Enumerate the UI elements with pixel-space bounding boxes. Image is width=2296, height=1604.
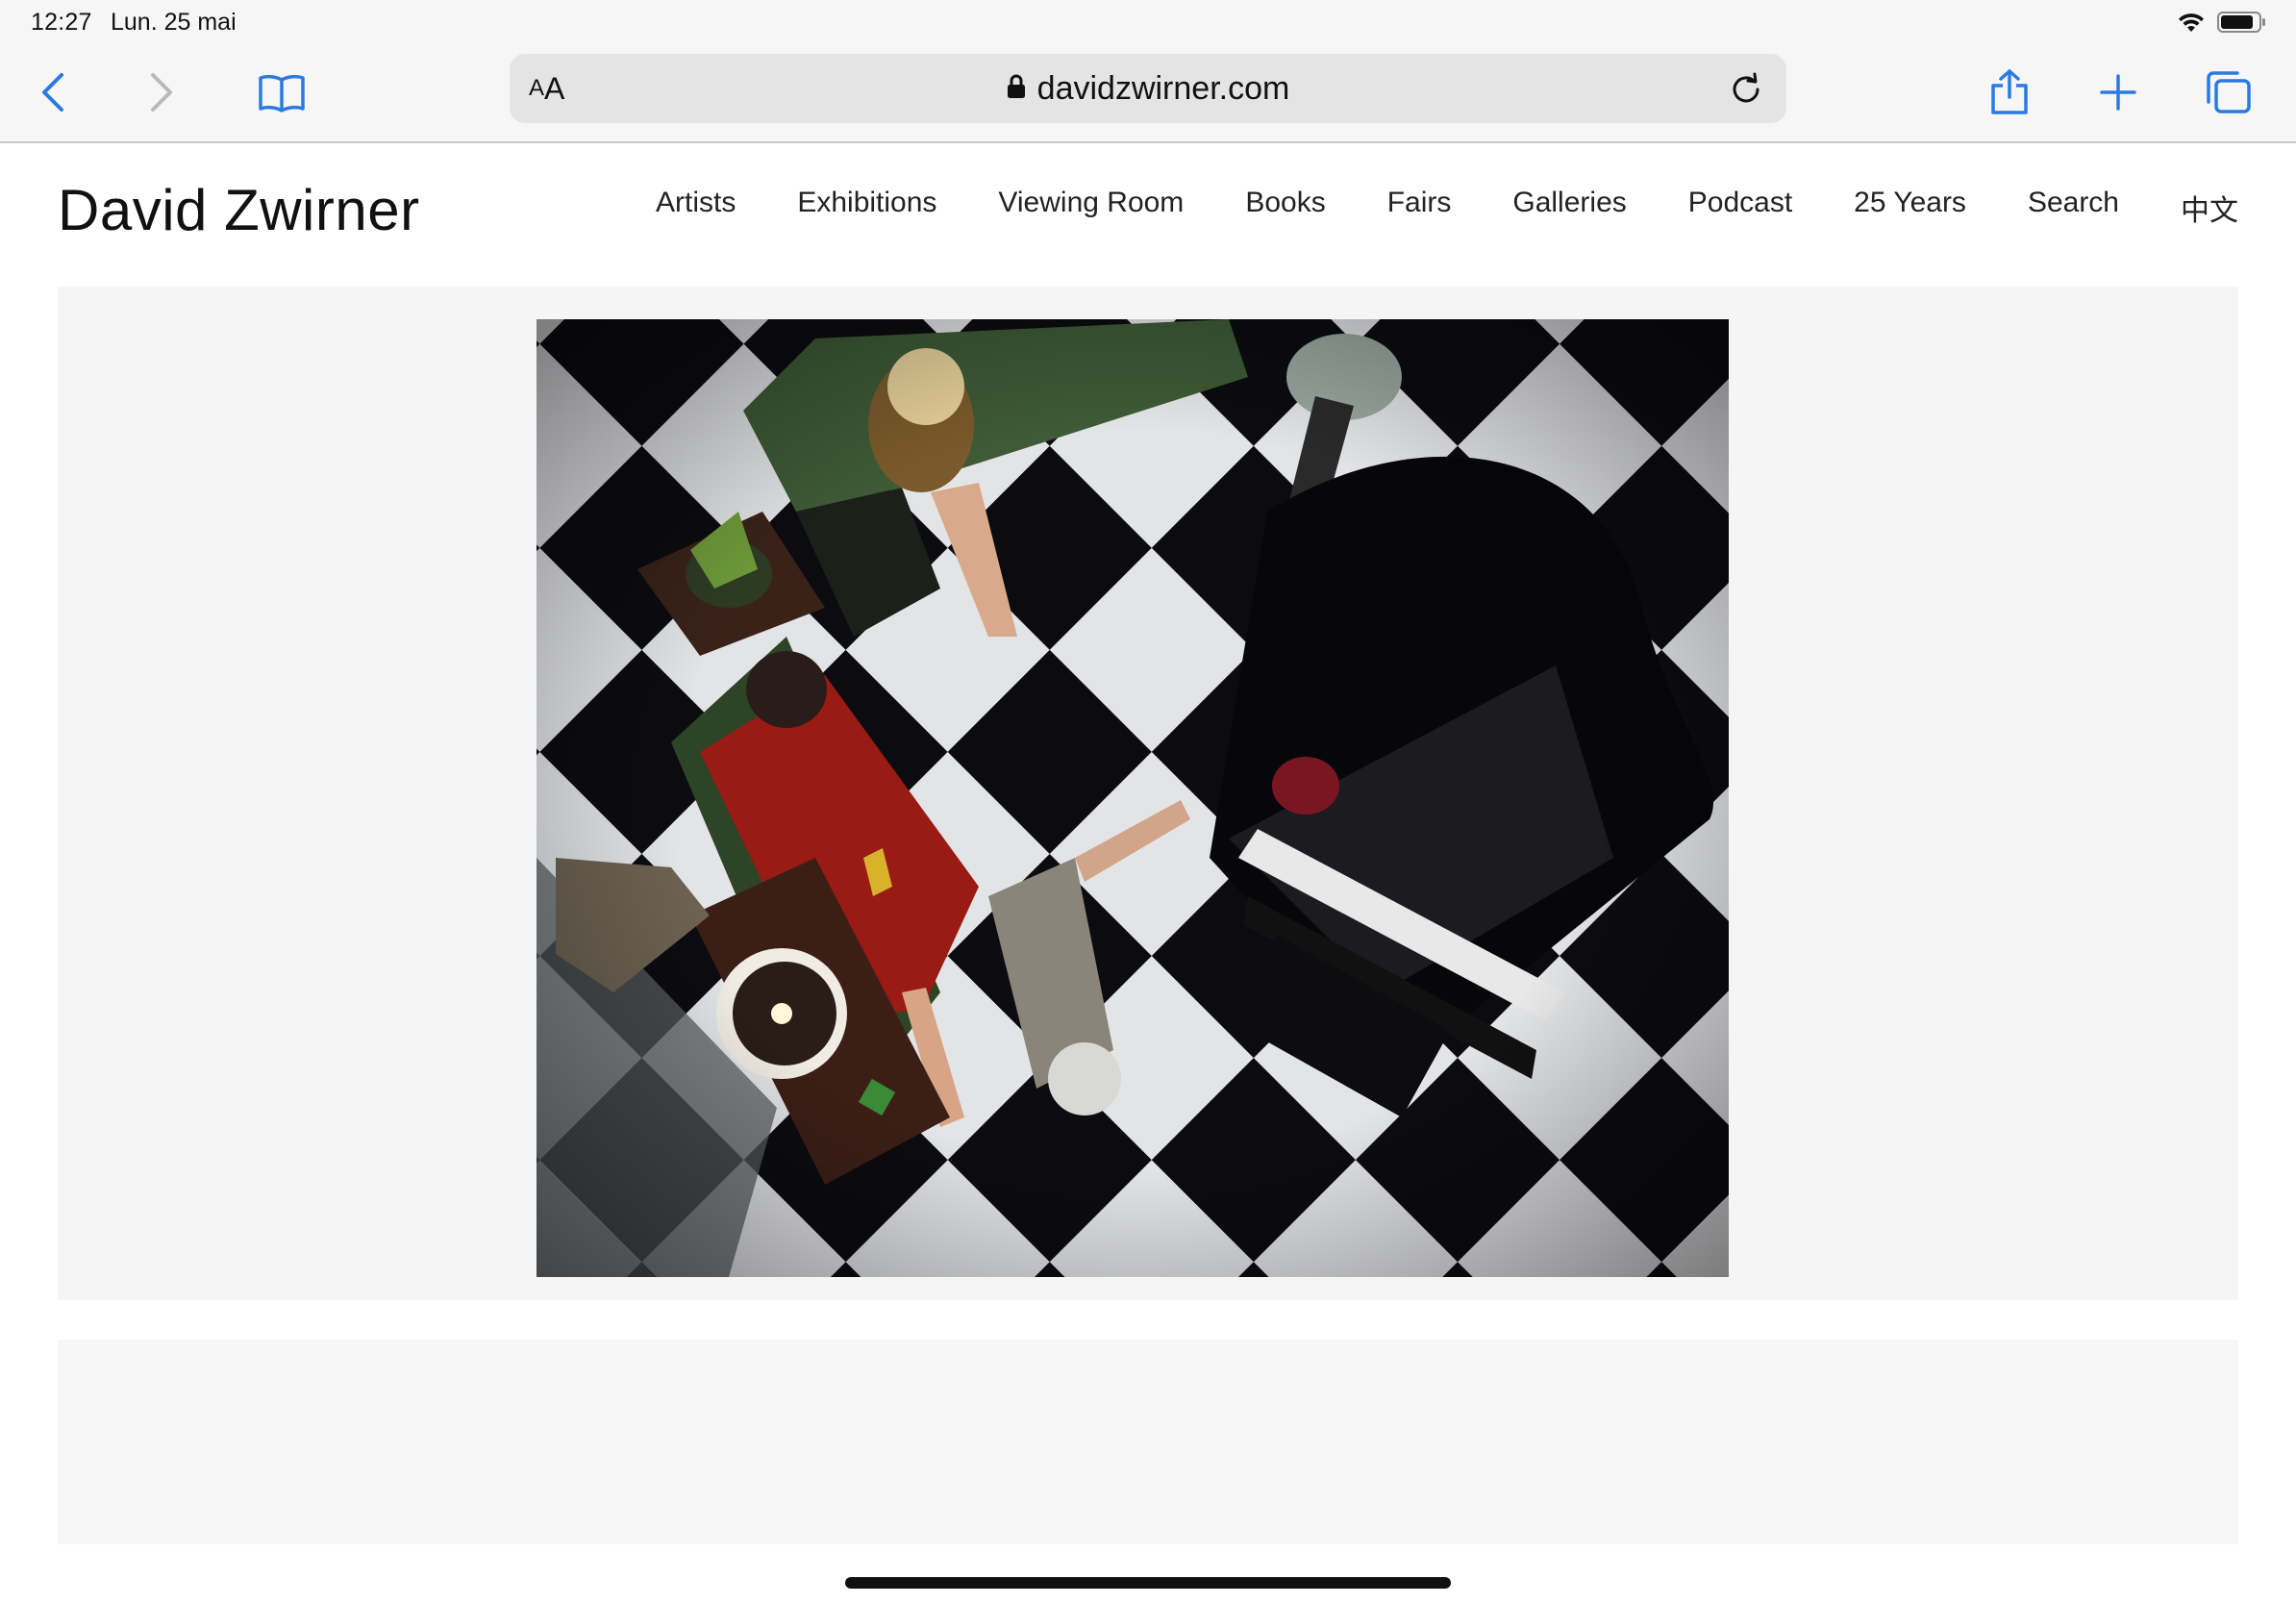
hero-section	[58, 287, 2238, 1300]
nav-podcast[interactable]: Podcast	[1688, 187, 1792, 229]
book-icon	[259, 74, 305, 113]
bookmarks-button[interactable]	[248, 63, 315, 121]
nav-artists[interactable]: Artists	[656, 187, 736, 229]
site-logo[interactable]: David Zwirner	[58, 177, 420, 243]
new-tab-button[interactable]	[2084, 63, 2152, 121]
artwork-illustration	[537, 319, 1729, 1277]
nav-chinese[interactable]: 中文	[2181, 187, 2238, 229]
tabs-icon	[2207, 71, 2251, 113]
status-indicators	[2177, 10, 2267, 39]
status-bar: 12:27 Lun. 25 mai	[0, 0, 2296, 46]
battery-icon	[2217, 10, 2267, 39]
nav-exhibitions[interactable]: Exhibitions	[797, 187, 936, 229]
url-text: davidzwirner.com	[1036, 69, 1290, 107]
home-indicator[interactable]	[845, 1577, 1451, 1589]
chevron-right-icon	[151, 73, 172, 112]
nav-books[interactable]: Books	[1245, 187, 1325, 229]
nav-viewing-room[interactable]: Viewing Room	[998, 187, 1184, 229]
main-nav: Artists Exhibitions Viewing Room Books F…	[656, 187, 2238, 229]
content-placeholder-block	[58, 1340, 2238, 1544]
tabs-overview-button[interactable]	[2195, 63, 2262, 121]
reload-button[interactable]	[1719, 62, 1773, 115]
browser-toolbar: A A davidzwirner.com	[0, 46, 2296, 143]
nav-galleries[interactable]: Galleries	[1512, 187, 1626, 229]
wifi-icon	[2177, 11, 2206, 38]
address-bar[interactable]: A A davidzwirner.com	[510, 54, 1786, 123]
status-date: Lun. 25 mai	[111, 9, 237, 36]
share-button[interactable]	[1976, 63, 2043, 121]
featured-artwork-image[interactable]	[537, 319, 1729, 1277]
nav-search[interactable]: Search	[2028, 187, 2119, 229]
site-header: David Zwirner Artists Exhibitions Viewin…	[0, 144, 2296, 288]
lock-icon	[1007, 74, 1026, 104]
nav-fairs[interactable]: Fairs	[1387, 187, 1452, 229]
back-button[interactable]	[19, 63, 87, 121]
forward-button[interactable]	[128, 63, 195, 121]
status-time: 12:27	[31, 9, 92, 36]
share-icon	[1991, 69, 2028, 114]
url-display[interactable]: davidzwirner.com	[510, 54, 1786, 123]
plus-icon	[2100, 74, 2136, 111]
reload-icon	[1733, 72, 1759, 103]
nav-25-years[interactable]: 25 Years	[1854, 187, 1966, 229]
chevron-left-icon	[42, 73, 63, 112]
